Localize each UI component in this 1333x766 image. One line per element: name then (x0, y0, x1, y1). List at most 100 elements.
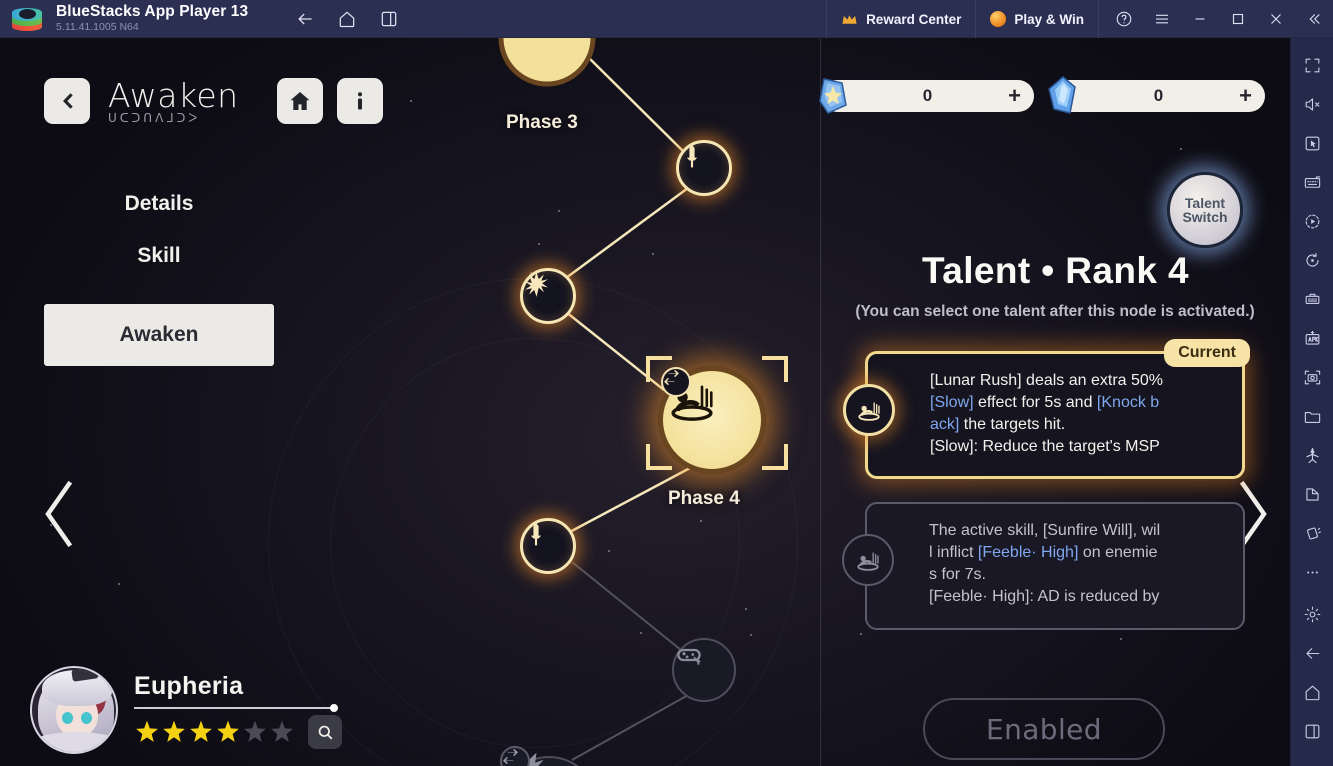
text-span-highlight: [Knock b (1096, 394, 1160, 412)
titlebar-nav-group (294, 8, 400, 30)
text-span: [Feeble· High]: AD is reduced by (929, 588, 1160, 606)
close-icon[interactable] (1257, 0, 1295, 38)
app-root: BlueStacks App Player 13 5.11.41.1005 N6… (0, 0, 1333, 766)
talent-alt-line-3: s for 7s. (929, 564, 1227, 586)
status-badge: Current (1164, 339, 1250, 368)
multi-instance-icon[interactable] (378, 8, 400, 30)
currency-blue-add-button[interactable]: + (1239, 85, 1252, 107)
text-span-highlight: [Slow] (930, 394, 974, 412)
gene-upgrade-icon (677, 648, 701, 665)
fullscreen-icon[interactable] (1291, 46, 1333, 85)
reward-center-label: Reward Center (866, 11, 962, 27)
text-span: l inflict (929, 544, 978, 562)
talent-current-line-3: ack] the targets hit. (930, 414, 1226, 436)
talent-panel: 0 + 0 + Talent Switch Talent • Rank 4 (Y… (819, 38, 1290, 766)
currency-awaken-crystal[interactable]: 0 + (819, 78, 1034, 114)
phase4-label: Phase 4 (668, 488, 740, 509)
talent-rest-icon (858, 402, 880, 421)
text-span: [Lunar Rush] deals an extra 50% (930, 372, 1164, 389)
screenshot-icon[interactable] (1291, 358, 1333, 397)
shake-icon[interactable] (1291, 514, 1333, 553)
text-span: on enemie (1078, 544, 1158, 562)
folder-icon[interactable] (1291, 397, 1333, 436)
help-circle-icon[interactable] (1105, 0, 1143, 38)
node-gene-upgrade[interactable] (672, 638, 736, 702)
currency-awaken-value: 0 (922, 86, 933, 105)
window-controls (1098, 0, 1333, 38)
maximize-icon[interactable] (1219, 0, 1257, 38)
talent-current-line-2: [Slow] effect for 5s and [Knock b (930, 392, 1226, 414)
multi-instance-manager-icon[interactable] (1291, 280, 1333, 319)
coin-icon (990, 11, 1007, 27)
talent-rank-title: Talent • Rank 4 (921, 250, 1190, 291)
titlebar-right-group: Reward Center Play & Win (826, 0, 1333, 38)
minimize-icon[interactable] (1181, 0, 1219, 38)
talent-current-line-4: [Slow]: Reduce the target's MSP (930, 436, 1226, 458)
macro-play-icon[interactable] (1291, 202, 1333, 241)
keyboard-icon[interactable] (1291, 163, 1333, 202)
talent-alt-line-4: [Feeble· High]: AD is reduced by (929, 586, 1227, 608)
currency-blue-crystal[interactable]: 0 + (1048, 76, 1265, 114)
text-span: the targets hit. (959, 416, 1066, 434)
apk-install-icon[interactable] (1291, 319, 1333, 358)
currency-awaken-add-button[interactable]: + (1008, 85, 1021, 107)
enabled-button[interactable]: Enabled (923, 698, 1165, 760)
back-arrow-icon[interactable] (294, 8, 316, 30)
blue-crystal-icon (1043, 73, 1085, 119)
hamburger-menu-icon[interactable] (1143, 0, 1181, 38)
play-and-win-label: Play & Win (1014, 11, 1084, 27)
gear-icon[interactable] (1291, 595, 1333, 634)
text-span: [Slow]: Reduce the target's MSP (930, 438, 1160, 456)
phase4-swap-badge-icon[interactable] (661, 367, 691, 397)
game-viewport: Awaken ᑌᑕᑐᑎᐱᒧᑐᐳ Details Skill Awaken Eup… (0, 38, 1290, 766)
cursor-select-icon[interactable] (1291, 124, 1333, 163)
eco-mode-icon[interactable] (1291, 436, 1333, 475)
app-version: 5.11.41.1005 N64 (56, 21, 139, 34)
text-span-highlight: [Feeble· High] (977, 544, 1079, 562)
app-title-block: BlueStacks App Player 13 5.11.41.1005 N6… (56, 2, 249, 34)
bluestacks-logo-icon (12, 4, 42, 34)
node-sword-bottom[interactable] (520, 518, 576, 574)
text-span: s for 7s. (929, 566, 986, 584)
talent-card-alternate[interactable]: The active skill, [Sunfire Will], wil l … (842, 502, 1245, 630)
currency-blue-value: 0 (1153, 86, 1164, 105)
android-back-icon[interactable] (1291, 634, 1333, 673)
node-starburst[interactable] (520, 268, 576, 324)
text-span: effect for 5s and (973, 394, 1097, 412)
bluestacks-sidebar (1290, 38, 1333, 766)
android-recents-icon[interactable] (1291, 712, 1333, 751)
double-chevron-left-icon[interactable] (1295, 0, 1333, 38)
selection-bracket-bl (646, 444, 672, 470)
selection-bracket-tr (762, 356, 788, 382)
talent-alt-line-1: The active skill, [Sunfire Will], wil (929, 520, 1227, 542)
talent-card-current-icon (843, 384, 895, 436)
talent-current-line-1: [Lunar Rush] deals an extra 50% (930, 370, 1226, 392)
currency-row: 0 + 0 + (819, 76, 1290, 114)
copy-window-icon[interactable] (1291, 475, 1333, 514)
reward-center-button[interactable]: Reward Center (826, 0, 975, 38)
mute-icon[interactable] (1291, 85, 1333, 124)
talent-card-current[interactable]: Current [Lunar Rush] deals an extra 50% (843, 339, 1250, 479)
talent-card-alternate-icon (842, 534, 894, 586)
rotate-icon[interactable] (1291, 241, 1333, 280)
android-home-icon[interactable] (1291, 673, 1333, 712)
talent-switch-button[interactable]: Talent Switch (1167, 172, 1243, 248)
text-span-highlight: ack] (930, 416, 960, 434)
app-title: BlueStacks App Player 13 (56, 2, 249, 20)
play-and-win-button[interactable]: Play & Win (975, 0, 1098, 38)
sword-icon (686, 144, 698, 168)
talent-switch-label-1: Talent (1184, 194, 1226, 211)
home-icon[interactable] (336, 8, 358, 30)
talent-rest-icon (857, 552, 879, 571)
talent-alt-line-2: l inflict [Feeble· High] on enemie (929, 542, 1227, 564)
starburst-icon (525, 272, 548, 297)
skill-tree: Phase 3 Phase 4 (0, 38, 820, 766)
more-dots-icon[interactable] (1291, 553, 1333, 592)
node-sword-top[interactable] (676, 140, 732, 196)
sword-icon (530, 522, 542, 546)
titlebar: BlueStacks App Player 13 5.11.41.1005 N6… (0, 0, 1333, 38)
awaken-crystal-icon (812, 73, 854, 119)
talent-switch-label-2: Switch (1182, 209, 1228, 225)
crown-icon (841, 13, 858, 26)
phase3-label: Phase 3 (506, 112, 578, 133)
